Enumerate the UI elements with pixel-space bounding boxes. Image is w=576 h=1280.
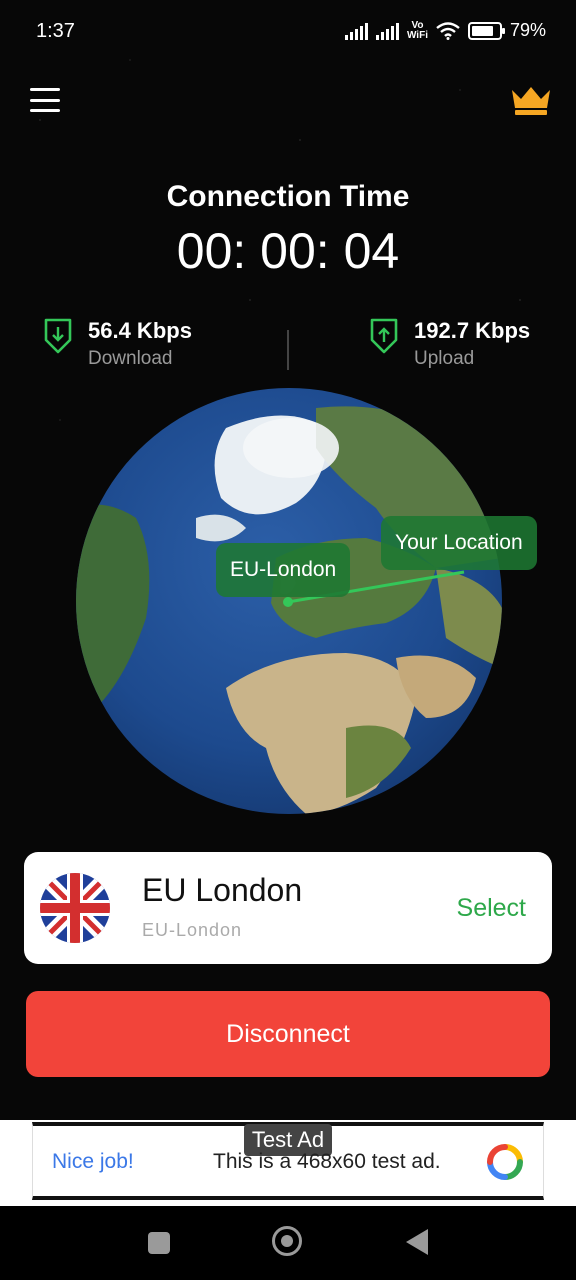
status-time: 1:37 (36, 20, 75, 42)
user-location-marker: Your Location (381, 516, 537, 570)
battery-percent: 79% (509, 20, 546, 40)
status-icons: Vo WiFi 79% (344, 19, 546, 41)
upload-shield-icon (370, 318, 398, 354)
server-name: EU London (142, 872, 303, 908)
stats-divider (287, 330, 289, 370)
download-value: 56.4 Kbps (88, 318, 192, 343)
upload-value: 192.7 Kbps (414, 318, 531, 343)
ad-headline[interactable]: Nice job! (52, 1150, 134, 1174)
download-stat: 56.4 Kbps Download (42, 318, 192, 370)
server-location-marker: EU-London (216, 543, 351, 597)
globe-land-icon (76, 406, 502, 814)
battery-icon (467, 21, 505, 40)
connection-time-title: Connection Time (166, 180, 410, 213)
wifi-icon (436, 21, 460, 40)
status-bar: 1:37 Vo WiFi 79% (0, 0, 576, 64)
ad-body[interactable]: This is a 468x60 test ad. (213, 1150, 441, 1174)
vpn-screen: 1:37 Vo WiFi 79% Connection Time 00: 00:… (0, 0, 576, 1280)
download-shield-icon (44, 318, 72, 354)
select-server-button[interactable]: Select (457, 894, 526, 923)
upload-label: Upload (414, 348, 475, 369)
hamburger-menu-icon[interactable] (30, 88, 60, 112)
disconnect-button[interactable]: Disconnect (26, 991, 550, 1077)
server-card[interactable]: EU London EU-London Select (24, 852, 552, 964)
home-circle-icon[interactable] (272, 1226, 302, 1256)
signal-1-icon (344, 22, 368, 40)
vowifi-bottom: WiFi (406, 29, 428, 41)
globe-map (76, 388, 502, 814)
uk-flag-icon (40, 873, 110, 943)
crown-icon[interactable] (510, 84, 552, 116)
square-icon[interactable] (148, 1232, 170, 1254)
download-label: Download (88, 348, 173, 369)
signal-2-icon (375, 22, 399, 40)
upload-stat: 192.7 Kbps Upload (368, 318, 530, 370)
ad-logo-icon (487, 1144, 523, 1180)
vowifi-top: Vo (411, 19, 424, 31)
connection-time-value: 00: 00: 04 (176, 223, 400, 279)
vowifi-icon: Vo WiFi (406, 19, 428, 41)
server-subtitle: EU-London (142, 920, 243, 940)
back-triangle-icon[interactable] (406, 1229, 428, 1255)
